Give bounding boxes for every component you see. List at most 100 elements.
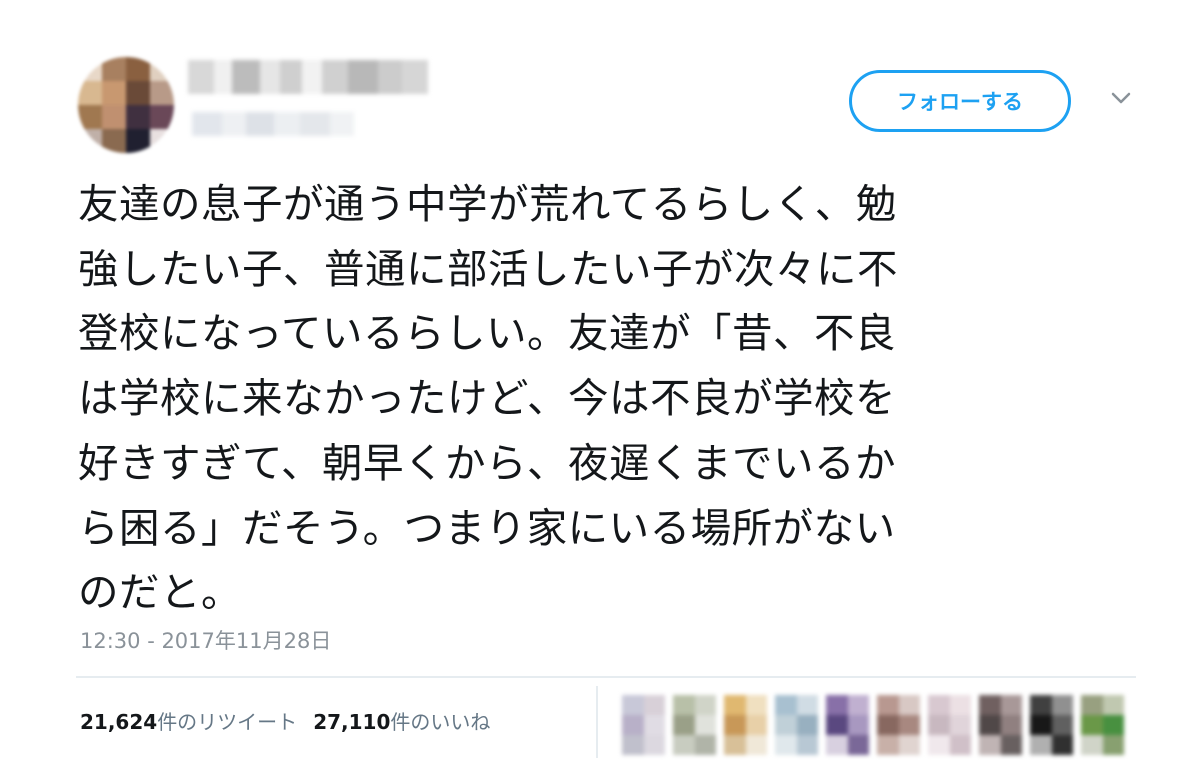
- avatar-pixel: [745, 735, 767, 755]
- avatar-pixel: [102, 57, 126, 81]
- avatar-pixel: [826, 715, 848, 735]
- avatar-pixel: [102, 105, 126, 129]
- avatar-pixel: [78, 81, 102, 105]
- avatar-pixel: [126, 105, 150, 129]
- avatar-pixel: [78, 57, 102, 81]
- avatar-pixel: [928, 735, 950, 755]
- avatar-pixel: [126, 129, 150, 153]
- redaction-block: [330, 112, 354, 136]
- avatar-pixel: [643, 695, 665, 715]
- avatar-pixel: [1081, 735, 1103, 755]
- avatar-pixel: [775, 695, 797, 715]
- liker-avatar[interactable]: [622, 695, 665, 755]
- avatar-pixel: [673, 695, 695, 715]
- avatar-pixel: [694, 735, 716, 755]
- redaction-block: [302, 60, 322, 94]
- liker-avatar[interactable]: [826, 695, 869, 755]
- avatar-pixel: [949, 715, 971, 735]
- tweet-text-line: ら困る」だそう。つまり家にいる場所がない: [78, 503, 896, 552]
- avatar-pixel: [826, 735, 848, 755]
- tweet-text-line: のだと。: [78, 568, 242, 617]
- like-count: 27,110: [313, 710, 391, 734]
- avatar-pixel: [724, 695, 746, 715]
- tweet-text: 友達の息子が通う中学が荒れてるらしく、勉 強したい子、普通に部活したい子が次々に…: [78, 172, 1128, 625]
- user-avatar[interactable]: [78, 57, 174, 153]
- stats-separator: [596, 686, 598, 758]
- avatar-pixel: [673, 735, 695, 755]
- tweet-text-line: 強したい子、普通に部活したい子が次々に不: [78, 244, 898, 293]
- avatar-pixel: [1102, 695, 1124, 715]
- tweet-text-line: 登校になっているらしい。友達が「昔、不良: [78, 309, 896, 358]
- follow-button[interactable]: フォローする: [849, 70, 1071, 132]
- redaction-block: [188, 60, 214, 94]
- like-label: 件のいいね: [390, 710, 491, 734]
- liker-avatar[interactable]: [1030, 695, 1073, 755]
- avatar-pixel: [1030, 695, 1052, 715]
- display-name-redacted[interactable]: [188, 60, 428, 94]
- avatar-pixel: [1051, 695, 1073, 715]
- tweet-text-line: 好きすぎて、朝早くから、夜遅くまでいるか: [78, 438, 896, 487]
- redaction-block: [280, 60, 302, 94]
- avatar-pixel: [150, 81, 174, 105]
- avatar-pixel: [1000, 735, 1022, 755]
- avatar-pixel: [949, 735, 971, 755]
- avatar-pixel: [928, 715, 950, 735]
- liker-avatar[interactable]: [877, 695, 920, 755]
- redaction-block: [246, 112, 274, 136]
- tweet-stats: 21,624件のリツイート 27,110件のいいね: [80, 706, 490, 735]
- avatar-pixel: [1102, 715, 1124, 735]
- avatar-pixel: [877, 715, 899, 735]
- avatar-pixel: [877, 695, 899, 715]
- avatar-pixel: [643, 735, 665, 755]
- redaction-block: [260, 60, 280, 94]
- avatar-pixel: [796, 695, 818, 715]
- avatar-pixel: [928, 695, 950, 715]
- avatar-pixel: [877, 735, 899, 755]
- avatar-pixel: [979, 695, 1001, 715]
- avatar-pixel: [78, 129, 102, 153]
- avatar-pixel: [150, 105, 174, 129]
- redaction-block: [378, 60, 402, 94]
- avatar-pixel: [622, 715, 644, 735]
- chevron-down-icon[interactable]: [1108, 88, 1134, 108]
- username-handle-redacted[interactable]: [192, 112, 354, 136]
- avatar-pixel: [1081, 715, 1103, 735]
- avatar-pixel: [150, 57, 174, 81]
- liker-avatar[interactable]: [979, 695, 1022, 755]
- like-stat[interactable]: 27,110件のいいね: [313, 706, 490, 735]
- redaction-block: [274, 112, 300, 136]
- avatar-pixel: [847, 735, 869, 755]
- avatar-pixel: [1051, 715, 1073, 735]
- redaction-block: [192, 112, 222, 136]
- avatar-pixel: [1030, 715, 1052, 735]
- avatar-pixel: [775, 735, 797, 755]
- liker-avatar[interactable]: [673, 695, 716, 755]
- retweet-count: 21,624: [80, 710, 158, 734]
- stats-divider: [76, 676, 1136, 678]
- liker-avatar[interactable]: [724, 695, 767, 755]
- avatar-pixel: [1000, 715, 1022, 735]
- retweet-stat[interactable]: 21,624件のリツイート: [80, 706, 297, 735]
- liker-avatar[interactable]: [775, 695, 818, 755]
- redaction-block: [222, 112, 246, 136]
- retweet-label: 件のリツイート: [157, 710, 298, 734]
- avatar-pixel: [745, 695, 767, 715]
- tweet-text-line: は学校に来なかったけど、今は不良が学校を: [78, 374, 896, 423]
- avatar-pixel: [102, 81, 126, 105]
- avatar-pixel: [898, 695, 920, 715]
- avatar-pixel: [724, 735, 746, 755]
- avatar-pixel: [796, 735, 818, 755]
- redaction-block: [214, 60, 232, 94]
- tweet-timestamp[interactable]: 12:30 - 2017年11月28日: [80, 625, 331, 655]
- avatar-pixel: [126, 81, 150, 105]
- avatar-pixel: [643, 715, 665, 735]
- avatar-pixel: [102, 129, 126, 153]
- liker-avatar[interactable]: [928, 695, 971, 755]
- avatar-pixel: [126, 57, 150, 81]
- liker-avatar[interactable]: [1081, 695, 1124, 755]
- avatar-pixel: [826, 695, 848, 715]
- avatar-pixel: [745, 715, 767, 735]
- redaction-block: [322, 60, 348, 94]
- avatar-pixel: [724, 715, 746, 735]
- avatar-pixel: [673, 715, 695, 735]
